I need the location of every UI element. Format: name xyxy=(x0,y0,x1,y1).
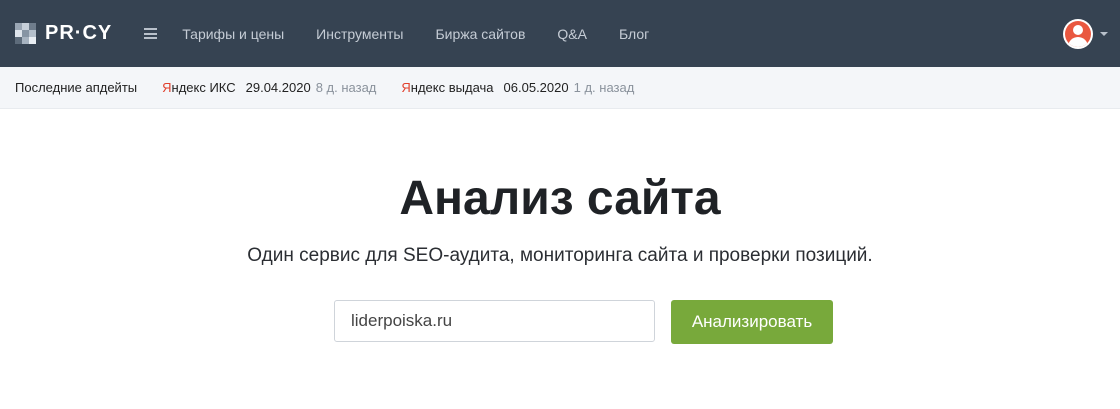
update-name: ндекс ИКС xyxy=(171,80,236,95)
user-avatar-icon[interactable] xyxy=(1063,19,1093,49)
updates-bar: Последние апдейты Яндекс ИКС 29.04.2020 … xyxy=(0,67,1120,109)
nav-item-pricing[interactable]: Тарифы и цены xyxy=(182,26,284,42)
page-subtitle: Один сервис для SEO-аудита, мониторинга … xyxy=(247,245,873,266)
analyze-form: Анализировать xyxy=(0,300,1120,344)
update-item-yandex-iks[interactable]: Яндекс ИКС 29.04.2020 8 д. назад xyxy=(162,80,376,95)
logo-tile xyxy=(22,37,29,44)
logo-tile xyxy=(15,37,22,44)
update-ago: 1 д. назад xyxy=(573,80,635,95)
nav-item-qa[interactable]: Q&A xyxy=(557,26,587,42)
analyze-button[interactable]: Анализировать xyxy=(671,300,833,344)
logo[interactable]: PR·CY xyxy=(15,22,112,45)
logo-tile xyxy=(29,37,36,44)
logo-tile xyxy=(15,23,22,30)
main-nav: Тарифы и цены Инструменты Биржа сайтов Q… xyxy=(170,26,656,42)
update-item-yandex-serp[interactable]: Яндекс выдача 06.05.2020 1 д. назад xyxy=(401,80,634,95)
updates-title: Последние апдейты xyxy=(15,80,138,95)
logo-tile xyxy=(29,23,36,30)
hamburger-line xyxy=(144,32,158,35)
hamburger-line xyxy=(144,28,158,30)
update-date: 06.05.2020 xyxy=(503,80,569,95)
logo-tile xyxy=(22,23,29,30)
hamburger-icon[interactable] xyxy=(144,28,158,39)
avatar-circle xyxy=(1065,21,1091,47)
logo-tile xyxy=(22,30,29,37)
avatar-head xyxy=(1073,25,1083,35)
nav-item-tools[interactable]: Инструменты xyxy=(316,26,403,42)
yandex-letter: Я xyxy=(401,80,411,95)
logo-tile xyxy=(29,30,36,37)
update-date: 29.04.2020 xyxy=(245,80,311,95)
chevron-down-icon[interactable] xyxy=(1100,32,1108,36)
logo-text: PR·CY xyxy=(45,22,113,44)
logo-mosaic-icon xyxy=(15,23,36,44)
site-url-input[interactable] xyxy=(334,300,655,342)
yandex-letter: Я xyxy=(162,80,172,95)
update-name: ндекс выдача xyxy=(410,80,494,95)
logo-tile xyxy=(15,30,22,37)
page-title: Анализ сайта xyxy=(399,172,721,225)
nav-item-site-exchange[interactable]: Биржа сайтов xyxy=(435,26,525,42)
top-navigation: PR·CY Тарифы и цены Инструменты Биржа са… xyxy=(0,0,1120,67)
nav-item-blog[interactable]: Блог xyxy=(619,26,649,42)
user-menu[interactable] xyxy=(1063,19,1108,49)
hero-section: Анализ сайта Один сервис для SEO-аудита,… xyxy=(0,109,1120,344)
hamburger-line xyxy=(144,37,158,39)
avatar-body xyxy=(1068,37,1088,47)
update-ago: 8 д. назад xyxy=(315,80,377,95)
